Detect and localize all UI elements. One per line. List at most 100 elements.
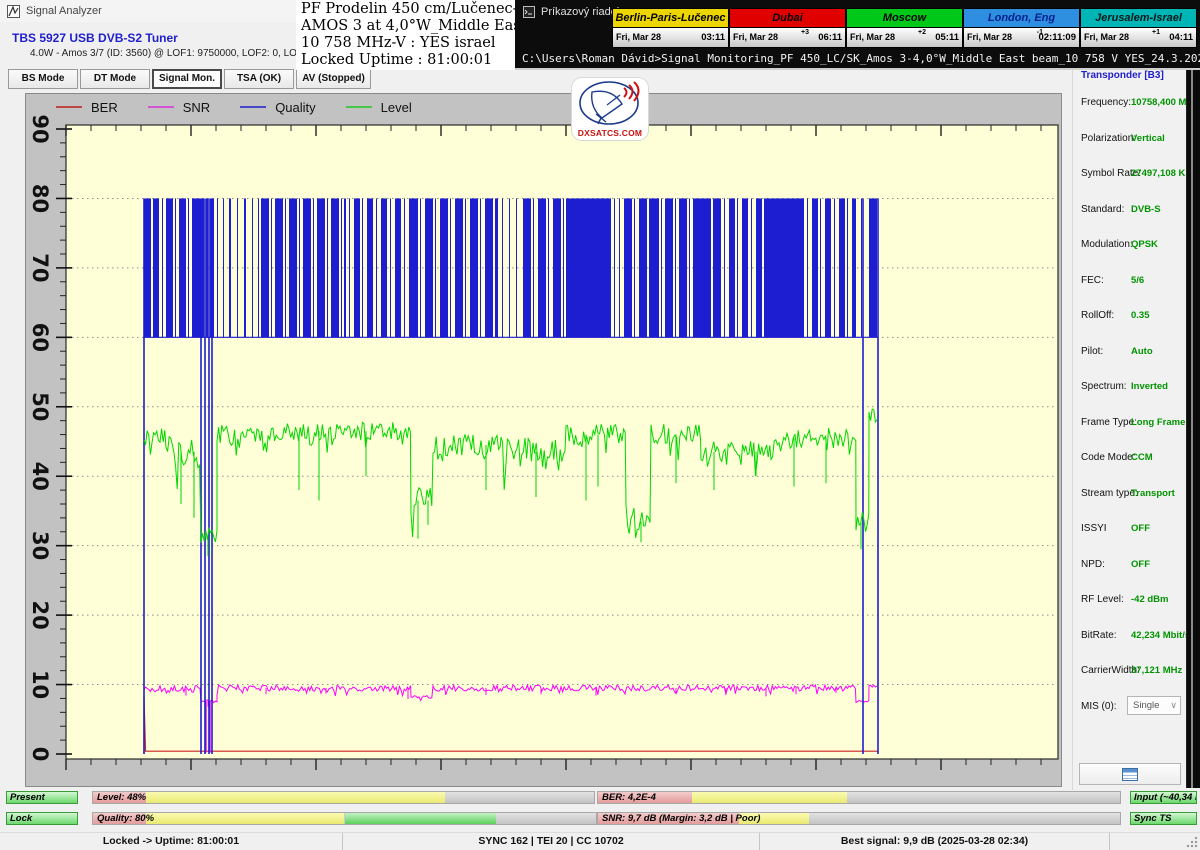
y-axis-label: 60 [28, 323, 52, 352]
terminal-titlebar[interactable]: Príkazový riadok [523, 6, 622, 18]
param-polarization: Polarization:Vertical [1073, 122, 1187, 158]
status-best-signal: Best signal: 9,9 dB (2025-03-28 02:34) [760, 833, 1110, 850]
status-uptime: Locked -> Uptime: 81:00:01 [0, 833, 343, 850]
param-label: FEC: [1081, 275, 1104, 286]
note-line: Locked Uptime : 81:00:01 [301, 52, 510, 69]
clock-date: Fri, Mar 28 [1084, 32, 1129, 42]
param-pilot: Pilot: Auto [1073, 335, 1187, 371]
param-code-mode: Code Mode:CCM [1073, 441, 1187, 477]
clock-date: Fri, Mar 28 [733, 32, 778, 42]
y-axis-label: 80 [28, 184, 52, 213]
signal-chart: 0102030405060708090 [26, 94, 1061, 786]
param-label: Code Mode: [1081, 452, 1135, 463]
satellite-dish-icon [572, 78, 648, 126]
param-value: Inverted [1131, 381, 1168, 392]
param-label: NPD: [1081, 559, 1105, 570]
param-rf-level: RF Level:-42 dBm [1073, 583, 1187, 619]
y-axis-label: 50 [28, 392, 52, 421]
gauge-zone-gray [445, 792, 594, 803]
sidebar-header: Transponder [B3] [1081, 70, 1164, 81]
y-axis-label: 0 [28, 747, 52, 762]
param-symbol-rate: Symbol Rate:27497,108 KS/s [1073, 157, 1187, 193]
logo-text: DXSATCS.COM [572, 128, 648, 138]
param-value: OFF [1131, 559, 1150, 570]
param-value: 37,121 MHz [1131, 665, 1182, 676]
param-label: ISSYI [1081, 523, 1107, 534]
clock-city: London, Eng [964, 9, 1079, 28]
note-line: 10 758 MHz-V : YES israel [301, 35, 510, 52]
tab-tsa-ok[interactable]: TSA (OK) [224, 69, 294, 89]
snr-gauge: SNR: 9,7 dB (Margin: 3,2 dB | Poor) [597, 812, 1121, 825]
world-clocks: Berlin-Paris-LučenecFri, Mar 2803:11Duba… [612, 8, 1197, 48]
clock-date: Fri, Mar 28 [850, 32, 895, 42]
param-value: QPSK [1131, 239, 1158, 250]
quality-gauge-label: Quality: 80% [97, 813, 154, 825]
legend-swatch [56, 106, 82, 109]
tuner-config: 4.0W - Amos 3/7 (ID: 3560) @ LOF1: 97500… [30, 48, 330, 59]
param-value: CCM [1131, 452, 1153, 463]
legend-item-ber: BER [56, 100, 118, 115]
legend-label: Level [381, 100, 412, 115]
present-badge: Present [6, 791, 78, 804]
gauge-zone-gray [496, 813, 596, 824]
y-axis-label: 40 [28, 462, 52, 491]
param-value: -42 dBm [1131, 594, 1168, 605]
clock-city: Dubai [730, 9, 845, 28]
param-frequency: Frequency:10758,400 MHz [1073, 86, 1187, 122]
tab-av-stopped[interactable]: AV (Stopped) [296, 69, 371, 89]
param-label: MIS (0): [1081, 701, 1117, 712]
clock-time: 05:11 [935, 32, 959, 43]
param-label: Polarization: [1081, 133, 1136, 144]
y-axis-label: 30 [28, 531, 52, 560]
legend-item-level: Level [346, 100, 412, 115]
tab-dt-mode[interactable]: DT Mode [80, 69, 150, 89]
level-gauge-label: Level: 48% [97, 792, 146, 804]
param-value: OFF [1131, 523, 1150, 534]
chart-panel: BERSNRQualityLevel 0102030405060708090 [25, 93, 1062, 787]
param-value: DVB-S [1131, 204, 1161, 215]
y-axis-label: 70 [28, 253, 52, 282]
clock-moscow: Moscow Fri, Mar 28 +2 05:11 [846, 8, 963, 48]
sync-ts-badge: Sync TS [1130, 812, 1197, 825]
clock-date: Fri, Mar 28 [967, 32, 1012, 42]
level-gauge: Level: 48% [92, 791, 595, 804]
param-label: Pilot: [1081, 346, 1103, 357]
param-value: Vertical [1131, 133, 1165, 144]
param-modulation: Modulation:QPSK [1073, 228, 1187, 264]
param-value: Auto [1131, 346, 1153, 357]
param-value: Long Frame [1131, 417, 1185, 428]
transponder-list-button[interactable] [1079, 763, 1181, 785]
legend-swatch [346, 106, 372, 109]
cmd-icon [523, 6, 535, 18]
list-icon [1122, 768, 1138, 781]
status-sync-counters: SYNC 162 | TEI 20 | CC 10702 [343, 833, 760, 850]
tab-bs-mode[interactable]: BS Mode [8, 69, 78, 89]
param-bitrate: BitRate:42,234 Mbit/s [1073, 619, 1187, 655]
mis-select[interactable]: Single∨ [1127, 696, 1181, 715]
clock-time: 02:11:09 [1038, 32, 1076, 43]
dxsatcs-logo: DXSATCS.COM [572, 78, 648, 140]
clock-utc-offset: +1 [1152, 29, 1160, 36]
param-value: 0.35 [1131, 310, 1150, 321]
ber-gauge: BER: 4,2E-4 [597, 791, 1121, 804]
clock-berlin-paris-lu-enec: Berlin-Paris-LučenecFri, Mar 2803:11 [612, 8, 729, 48]
chevron-down-icon: ∨ [1170, 697, 1177, 714]
background-window-strip [1186, 0, 1200, 788]
gauge-zone-yellow [146, 813, 345, 824]
param-npd: NPD: OFF [1073, 548, 1187, 584]
tab-signal-mon[interactable]: Signal Mon. [152, 69, 222, 89]
clock-utc-offset: +2 [918, 29, 926, 36]
antenna-note-overlay: PF Prodelin 450 cm/Lučenec-SlovakiaAMOS … [296, 0, 515, 70]
y-axis-label: 20 [28, 600, 52, 629]
clock-dubai: DubaiFri, Mar 28+306:11 [729, 8, 846, 48]
clock-city: Moscow [847, 9, 962, 28]
param-frame-type: Frame Type:Long Frame [1073, 406, 1187, 442]
legend-item-snr: SNR [148, 100, 210, 115]
clock-time: 06:11 [818, 32, 842, 43]
terminal-title: Príkazový riadok [541, 6, 622, 18]
param-standard: Standard:DVB-S [1073, 193, 1187, 229]
gauge-zone-yellow [146, 792, 445, 803]
resize-grip[interactable] [1186, 836, 1198, 848]
param-value: 5/6 [1131, 275, 1144, 286]
clock-london-eng: London, EngFri, Mar 28-102:11:09 [963, 8, 1080, 48]
